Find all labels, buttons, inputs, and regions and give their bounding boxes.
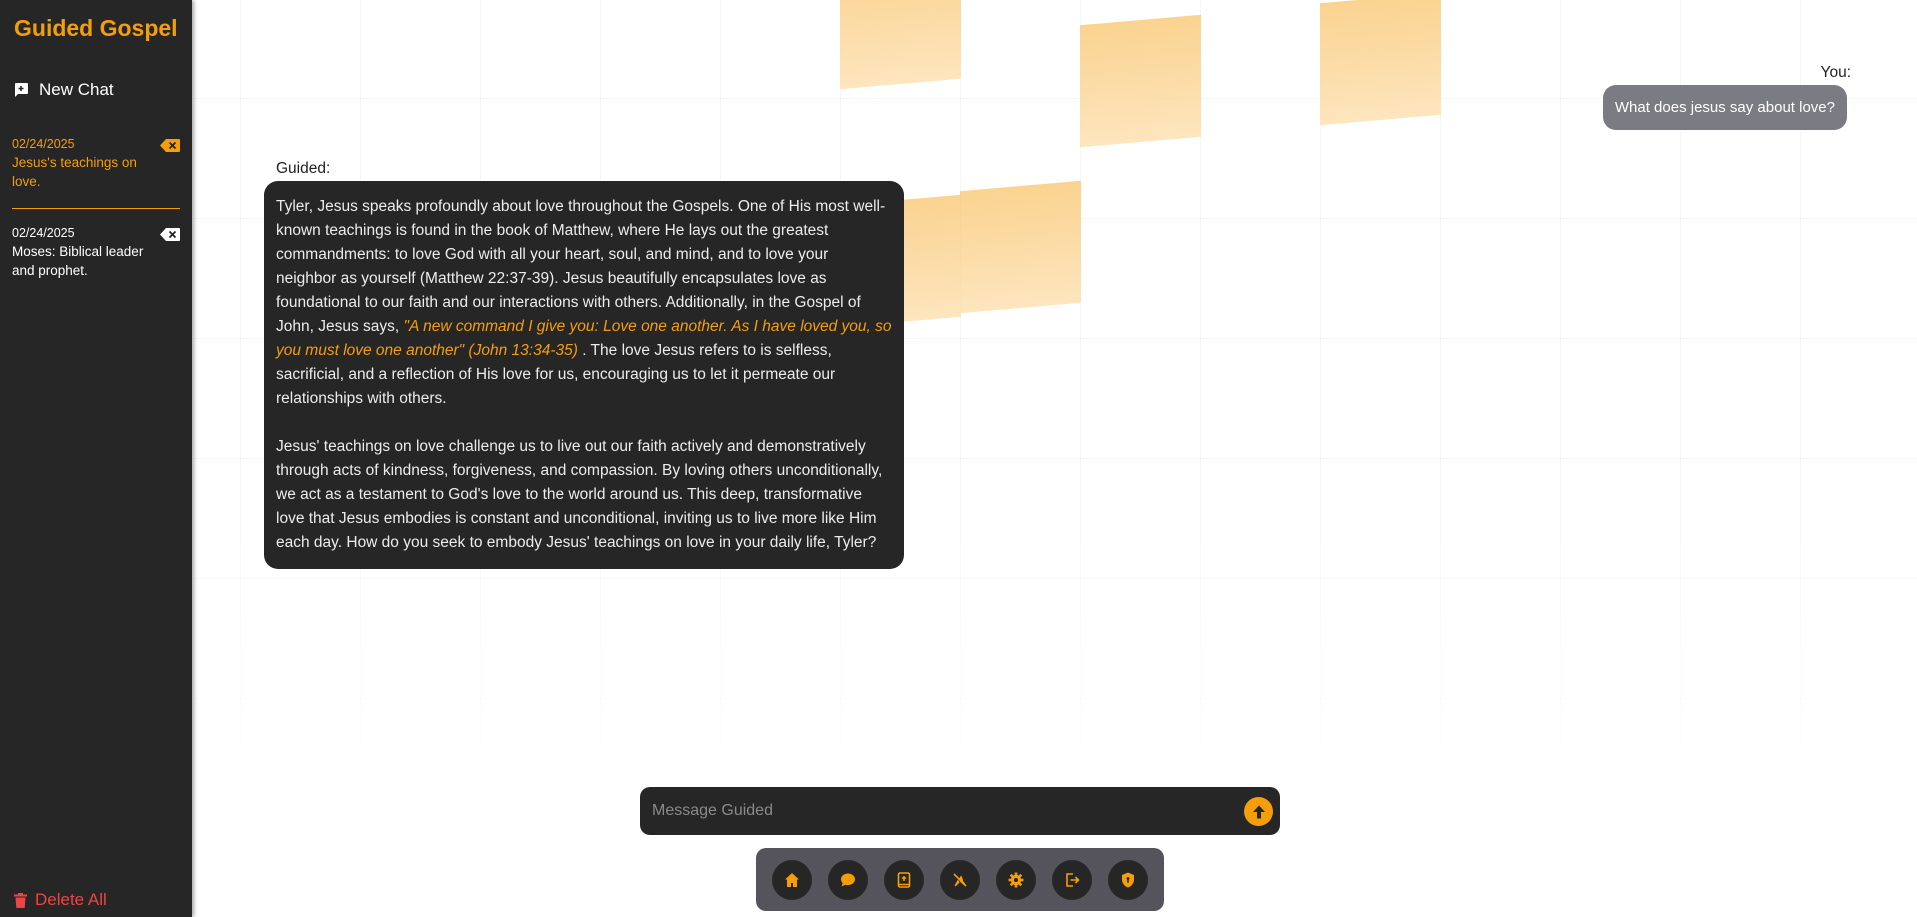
delete-conversation-icon[interactable] <box>160 139 180 152</box>
bot-label: Guided: <box>276 160 331 177</box>
settings-button[interactable] <box>996 859 1036 900</box>
shield-icon <box>1122 872 1134 887</box>
logout-icon <box>1066 872 1080 887</box>
logout-button[interactable] <box>1052 859 1092 900</box>
bible-button[interactable] <box>884 859 924 900</box>
bot-paragraph: Jesus' teachings on love challenge us to… <box>276 438 883 551</box>
user-label: You: <box>1820 64 1851 81</box>
trash-icon <box>14 892 27 908</box>
user-message-bubble: What does jesus say about love? <box>1602 85 1847 130</box>
prayer-button[interactable] <box>940 859 980 900</box>
new-chat-button[interactable]: New Chat <box>13 80 114 100</box>
arrow-up-icon <box>1252 805 1265 818</box>
background-tile <box>960 180 1081 314</box>
delete-all-button[interactable]: Delete All <box>14 890 107 910</box>
background-tile <box>840 0 961 90</box>
privacy-button[interactable] <box>1108 859 1148 900</box>
bot-message-bubble: Tyler, Jesus speaks profoundly about lov… <box>264 181 904 569</box>
bot-paragraph: Tyler, Jesus speaks profoundly about lov… <box>276 195 892 411</box>
bible-book-icon <box>897 871 911 888</box>
send-button[interactable] <box>1244 797 1273 826</box>
chat-bubble-icon <box>841 873 855 886</box>
message-composer <box>640 787 1280 835</box>
conversation-title: Jesus's teachings on love. <box>12 155 137 189</box>
app-brand[interactable]: Guided Gospel <box>14 15 178 42</box>
delete-all-label: Delete All <box>35 890 107 909</box>
conversation-date: 02/24/2025 <box>12 137 75 151</box>
message-input[interactable] <box>652 787 1212 835</box>
divider <box>12 208 180 209</box>
new-chat-label: New Chat <box>39 80 114 99</box>
bot-text: Tyler, Jesus speaks profoundly about lov… <box>276 198 886 335</box>
new-chat-icon <box>15 83 28 97</box>
bottom-toolbar <box>756 848 1164 911</box>
conversation-title: Moses: Biblical leader and prophet. <box>12 244 144 278</box>
home-button[interactable] <box>772 859 812 900</box>
prayer-icon <box>953 872 967 887</box>
delete-conversation-icon[interactable] <box>160 228 180 241</box>
conversation-item[interactable]: 02/24/2025 Moses: Biblical leader and pr… <box>12 226 180 280</box>
background-tile <box>1080 14 1201 148</box>
conversation-date: 02/24/2025 <box>12 226 75 240</box>
background-tile <box>1320 0 1441 126</box>
gear-icon <box>1008 872 1024 887</box>
home-icon <box>785 872 799 887</box>
conversation-item-active[interactable]: 02/24/2025 Jesus's teachings on love. <box>12 137 180 191</box>
sidebar: Guided Gospel New Chat 02/24/2025 Jesus'… <box>0 0 192 917</box>
chat-button[interactable] <box>828 859 868 900</box>
